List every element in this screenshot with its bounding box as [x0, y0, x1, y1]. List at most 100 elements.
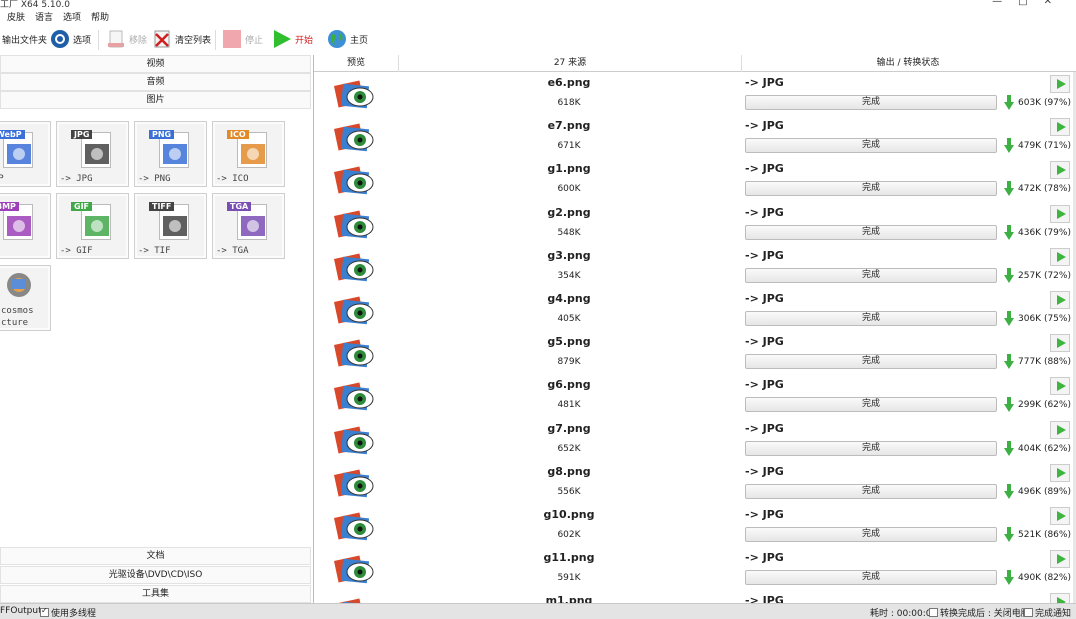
minimize-button[interactable]: —	[992, 0, 1018, 7]
table-row[interactable]: e6.png -> JPG 618K 完成 603K (97%)	[314, 73, 1074, 116]
image-thumbnail-icon	[334, 512, 374, 541]
image-thumbnail-icon	[334, 426, 374, 454]
table-row[interactable]: g2.png -> JPG 548K 完成 436K (79%)	[314, 203, 1074, 246]
elapsed-time: 耗时 : 00:00:00	[870, 609, 938, 619]
output-folder-button[interactable]: 输出文件夹	[2, 27, 47, 51]
play-button[interactable]	[1050, 204, 1070, 223]
file-name: g10.png	[543, 508, 595, 521]
multithread-toggle[interactable]: 使用多线程	[40, 606, 96, 619]
output-size: 404K (62%)	[1018, 443, 1071, 454]
menu-help[interactable]: 帮助	[91, 10, 109, 23]
menu-language[interactable]: 语言	[35, 10, 53, 23]
table-row[interactable]: g5.png -> JPG 879K 完成 777K (88%)	[314, 332, 1074, 375]
menu-skin[interactable]: 皮肤	[7, 10, 25, 23]
file-size: 600K	[557, 184, 581, 195]
tile-tga[interactable]: TGA -> TGA	[212, 193, 285, 259]
start-button[interactable]: 开始	[272, 27, 313, 51]
tile-tiff[interactable]: TIFF -> TIF	[134, 193, 207, 259]
play-button[interactable]	[1050, 247, 1070, 266]
tile-bmp[interactable]: BMPBMP	[0, 193, 51, 259]
table-row[interactable]: g8.png -> JPG 556K 完成 496K (89%)	[314, 462, 1074, 505]
table-row[interactable]: g4.png -> JPG 405K 完成 306K (75%)	[314, 289, 1074, 332]
play-button[interactable]	[1050, 593, 1070, 603]
down-arrow-icon	[1004, 527, 1014, 542]
file-size: 652K	[557, 443, 581, 454]
target-format: -> JPG	[745, 421, 784, 435]
file-name: g3.png	[547, 248, 591, 262]
play-button[interactable]	[1050, 161, 1070, 180]
after-convert-toggle[interactable]: 转换完成后 : 关闭电脑	[929, 606, 1030, 619]
landscape-icon	[163, 216, 187, 236]
play-button[interactable]	[1050, 420, 1070, 439]
options-label: 选项	[73, 35, 92, 46]
table-row[interactable]: g3.png -> JPG 354K 完成 257K (72%)	[314, 246, 1074, 289]
output-folder-label: 输出文件夹	[2, 35, 48, 46]
down-arrow-icon	[1004, 354, 1014, 370]
stop-button[interactable]: 停止	[222, 27, 263, 51]
file-size: 618K	[557, 98, 581, 108]
play-button[interactable]	[1050, 507, 1070, 525]
tile-badge: TGA	[227, 202, 252, 211]
file-size: 405K	[557, 314, 581, 324]
notify-toggle[interactable]: 完成通知	[1024, 606, 1071, 619]
table-row[interactable]: g10.png -> JPG 602K 完成 521K (86%)	[314, 505, 1074, 548]
table-row[interactable]: g1.png -> JPG 600K 完成 472K (78%)	[314, 159, 1074, 202]
tile-caption: -> JPG	[60, 174, 93, 184]
tile-caption: -> ICO	[216, 174, 249, 184]
options-button[interactable]: 选项	[50, 27, 91, 51]
remove-button[interactable]: 移除	[106, 27, 147, 51]
play-button[interactable]	[1050, 118, 1070, 137]
play-button[interactable]	[1050, 377, 1070, 396]
tile-ico[interactable]: ICO -> ICO	[212, 121, 285, 187]
window-controls[interactable]: —□✕	[992, 0, 1068, 7]
section-document[interactable]: 文档	[0, 547, 311, 565]
column-output[interactable]: 输出 / 转换状态	[742, 55, 1074, 72]
section-image[interactable]: 图片	[0, 91, 311, 109]
table-row[interactable]: m1.png -> JPG	[314, 591, 1074, 603]
image-thumbnail-icon	[334, 382, 374, 411]
file-name: g8.png	[547, 464, 591, 478]
section-tools[interactable]: 工具集	[0, 585, 311, 603]
play-button[interactable]	[1050, 334, 1070, 353]
after-convert-checkbox[interactable]	[929, 608, 938, 617]
tile-gif[interactable]: GIF -> GIF	[56, 193, 129, 259]
tile-png[interactable]: PNG -> PNG	[134, 121, 207, 187]
table-row[interactable]: g6.png -> JPG 481K 完成 299K (62%)	[314, 375, 1074, 418]
home-button[interactable]: 主页	[327, 27, 368, 51]
image-thumbnail-icon	[334, 123, 374, 152]
column-preview[interactable]: 预览	[314, 55, 399, 72]
multithread-checkbox[interactable]	[40, 606, 49, 617]
notify-checkbox[interactable]	[1024, 608, 1033, 617]
menu-options[interactable]: 选项	[63, 10, 81, 23]
tile-caption: -> TIF	[138, 246, 171, 256]
tile-cosmos-picture[interactable]: cosmos cture	[0, 265, 51, 331]
play-button[interactable]	[1050, 291, 1070, 309]
play-button[interactable]	[1050, 463, 1070, 482]
column-source[interactable]: 27 来源	[399, 55, 742, 72]
tile-jpg[interactable]: JPG -> JPG	[56, 121, 129, 187]
table-row[interactable]: g7.png -> JPG 652K 完成 404K (62%)	[314, 419, 1074, 462]
output-size: 299K (62%)	[1018, 400, 1071, 411]
tile-webp[interactable]: WebP WebP	[0, 121, 51, 187]
close-button[interactable]: ✕	[1044, 0, 1068, 7]
file-name: g4.png	[547, 292, 591, 305]
section-disc[interactable]: 光驱设备\DVD\CD\ISO	[0, 566, 311, 584]
maximize-button[interactable]: □	[1018, 0, 1043, 7]
chrome-icon	[7, 144, 31, 164]
file-name: g2.png	[547, 205, 591, 219]
table-row[interactable]: g11.png -> JPG 591K 完成 490K (82%)	[314, 548, 1074, 591]
clear-list-button[interactable]: 清空列表	[152, 27, 211, 51]
section-video[interactable]: 视频	[0, 55, 311, 73]
output-size: 603K (97%)	[1018, 98, 1071, 108]
table-row[interactable]: e7.png -> JPG 671K 完成 479K (71%)	[314, 116, 1074, 159]
file-size: 602K	[557, 530, 581, 540]
file-size: 879K	[557, 357, 581, 368]
down-arrow-icon	[1004, 311, 1014, 326]
file-size: 481K	[557, 400, 581, 411]
category-panel: 视频 音频 图片 WebP WebP JPG -> JPG PNG -> PNG ICO ->…	[0, 55, 311, 603]
play-button[interactable]	[1050, 75, 1070, 93]
play-button[interactable]	[1050, 550, 1070, 569]
progress-bar: 完成	[745, 311, 997, 326]
section-audio[interactable]: 音频	[0, 73, 311, 91]
output-size: 257K (72%)	[1018, 270, 1071, 281]
